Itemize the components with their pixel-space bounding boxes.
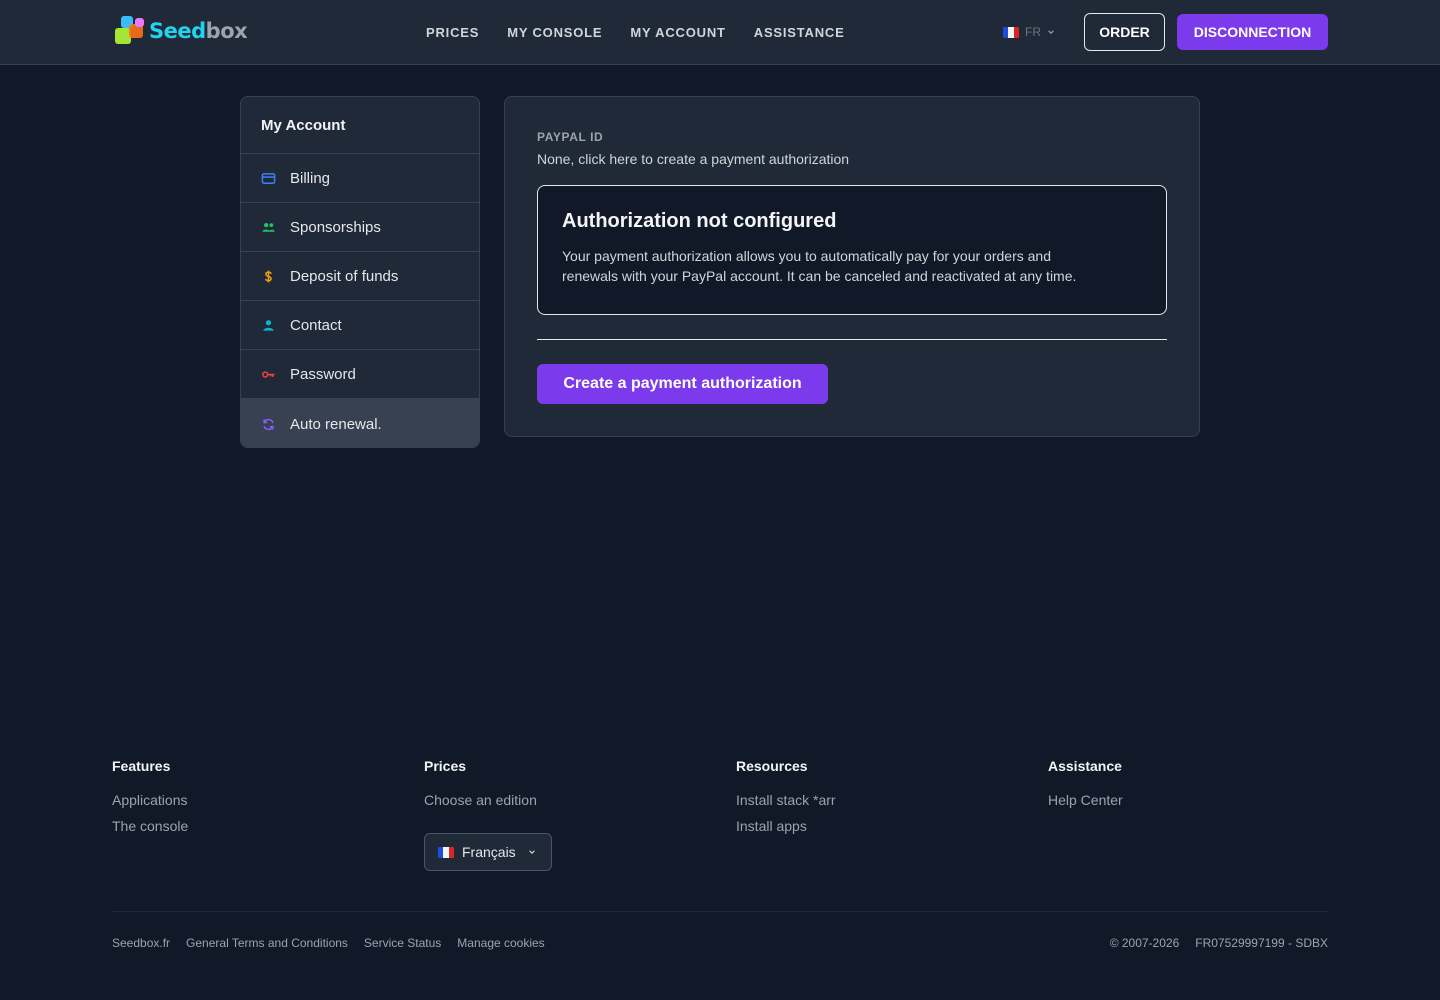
language-code: FR <box>1025 25 1041 39</box>
chevron-down-icon <box>1048 30 1054 34</box>
footer-link-choose-edition[interactable]: Choose an edition <box>424 792 537 808</box>
disconnect-button[interactable]: DISCONNECTION <box>1177 14 1328 50</box>
sidebar-item-billing[interactable]: Billing <box>241 154 479 203</box>
footer-column-title: Prices <box>424 758 467 774</box>
authorization-notice: Authorization not configured Your paymen… <box>537 185 1167 315</box>
footer-link-install-apps[interactable]: Install apps <box>736 818 836 834</box>
sidebar-item-password[interactable]: Password <box>241 350 479 399</box>
divider <box>537 339 1167 340</box>
sidebar-item-label: Auto renewal. <box>290 415 382 433</box>
legal-link-seedbox[interactable]: Seedbox.fr <box>112 936 170 950</box>
notice-title: Authorization not configured <box>562 210 837 232</box>
legal-links: Seedbox.fr General Terms and Conditions … <box>112 936 545 950</box>
dollar-icon <box>264 270 272 282</box>
company-id: FR07529997199 - SDBX <box>1195 936 1328 950</box>
notice-text-line: renewals with your PayPal account. It ca… <box>562 268 1077 284</box>
notice-text: Your payment authorization allows you to… <box>562 246 1142 286</box>
seedbox-logo[interactable]: Seedbox <box>113 14 248 48</box>
footer-language-select[interactable]: Français <box>424 833 552 871</box>
chevron-down-icon <box>528 850 535 854</box>
footer-link-the-console[interactable]: The console <box>112 818 188 834</box>
logo-wordmark: Seedbox <box>149 19 248 43</box>
legal-link-manage-cookies[interactable]: Manage cookies <box>457 936 544 950</box>
footer-column-features: Features Applications The console <box>112 758 188 844</box>
sidebar-item-label: Contact <box>290 316 342 334</box>
footer-column-prices: Prices Choose an edition <box>424 758 537 818</box>
footer-link-applications[interactable]: Applications <box>112 792 188 808</box>
main-nav: PRICES MY CONSOLE MY ACCOUNT ASSISTANCE <box>426 0 845 64</box>
fr-flag-icon <box>438 846 454 858</box>
paypal-id-value-link[interactable]: None, click here to create a payment aut… <box>537 151 849 167</box>
footer-link-install-stack[interactable]: Install stack *arr <box>736 792 836 808</box>
credit-card-icon <box>261 172 276 184</box>
account-sidebar: My Account Billing Sponsorships Deposit … <box>240 96 480 448</box>
create-payment-authorization-button[interactable]: Create a payment authorization <box>537 364 828 404</box>
nav-my-console[interactable]: MY CONSOLE <box>507 25 602 40</box>
sidebar-item-deposit[interactable]: Deposit of funds <box>241 252 479 301</box>
nav-assistance[interactable]: ASSISTANCE <box>754 25 845 40</box>
user-icon <box>263 319 274 331</box>
paypal-id-label: PAYPAL ID <box>537 130 604 144</box>
sidebar-item-sponsorships[interactable]: Sponsorships <box>241 203 479 252</box>
legal-link-terms[interactable]: General Terms and Conditions <box>186 936 348 950</box>
sidebar-item-label: Billing <box>290 169 331 187</box>
sidebar-item-label: Password <box>290 365 356 383</box>
sidebar-item-auto-renewal[interactable]: Auto renewal. <box>241 399 479 447</box>
footer-divider <box>112 911 1328 912</box>
footer-language-label: Français <box>462 844 516 860</box>
refresh-icon <box>263 418 274 430</box>
order-button[interactable]: ORDER <box>1084 13 1165 51</box>
auto-renewal-card: PAYPAL ID None, click here to create a p… <box>504 96 1200 437</box>
sidebar-item-label: Sponsorships <box>290 218 381 236</box>
footer-column-assistance: Assistance Help Center <box>1048 758 1123 818</box>
nav-prices[interactable]: PRICES <box>426 25 479 40</box>
users-icon <box>262 222 275 232</box>
fr-flag-icon <box>1003 26 1019 38</box>
sidebar-item-label: Deposit of funds <box>290 267 399 285</box>
legal-link-service-status[interactable]: Service Status <box>364 936 441 950</box>
key-icon <box>262 370 275 378</box>
language-selector[interactable]: FR <box>1003 22 1055 42</box>
sidebar-item-contact[interactable]: Contact <box>241 301 479 350</box>
copyright-block: © 2007-2026 FR07529997199 - SDBX <box>1110 936 1328 950</box>
top-header: Seedbox PRICES MY CONSOLE MY ACCOUNT ASS… <box>0 0 1440 65</box>
footer-column-resources: Resources Install stack *arr Install app… <box>736 758 836 844</box>
nav-my-account[interactable]: MY ACCOUNT <box>630 25 725 40</box>
footer-link-help-center[interactable]: Help Center <box>1048 792 1123 808</box>
footer-column-title: Features <box>112 758 171 774</box>
copyright-text: © 2007-2026 <box>1109 936 1180 950</box>
logo-mark-icon <box>113 14 149 48</box>
footer-column-title: Resources <box>736 758 808 774</box>
footer-column-title: Assistance <box>1048 758 1122 774</box>
sidebar-title: My Account <box>241 97 479 154</box>
notice-text-line: Your payment authorization allows you to… <box>562 248 1051 264</box>
